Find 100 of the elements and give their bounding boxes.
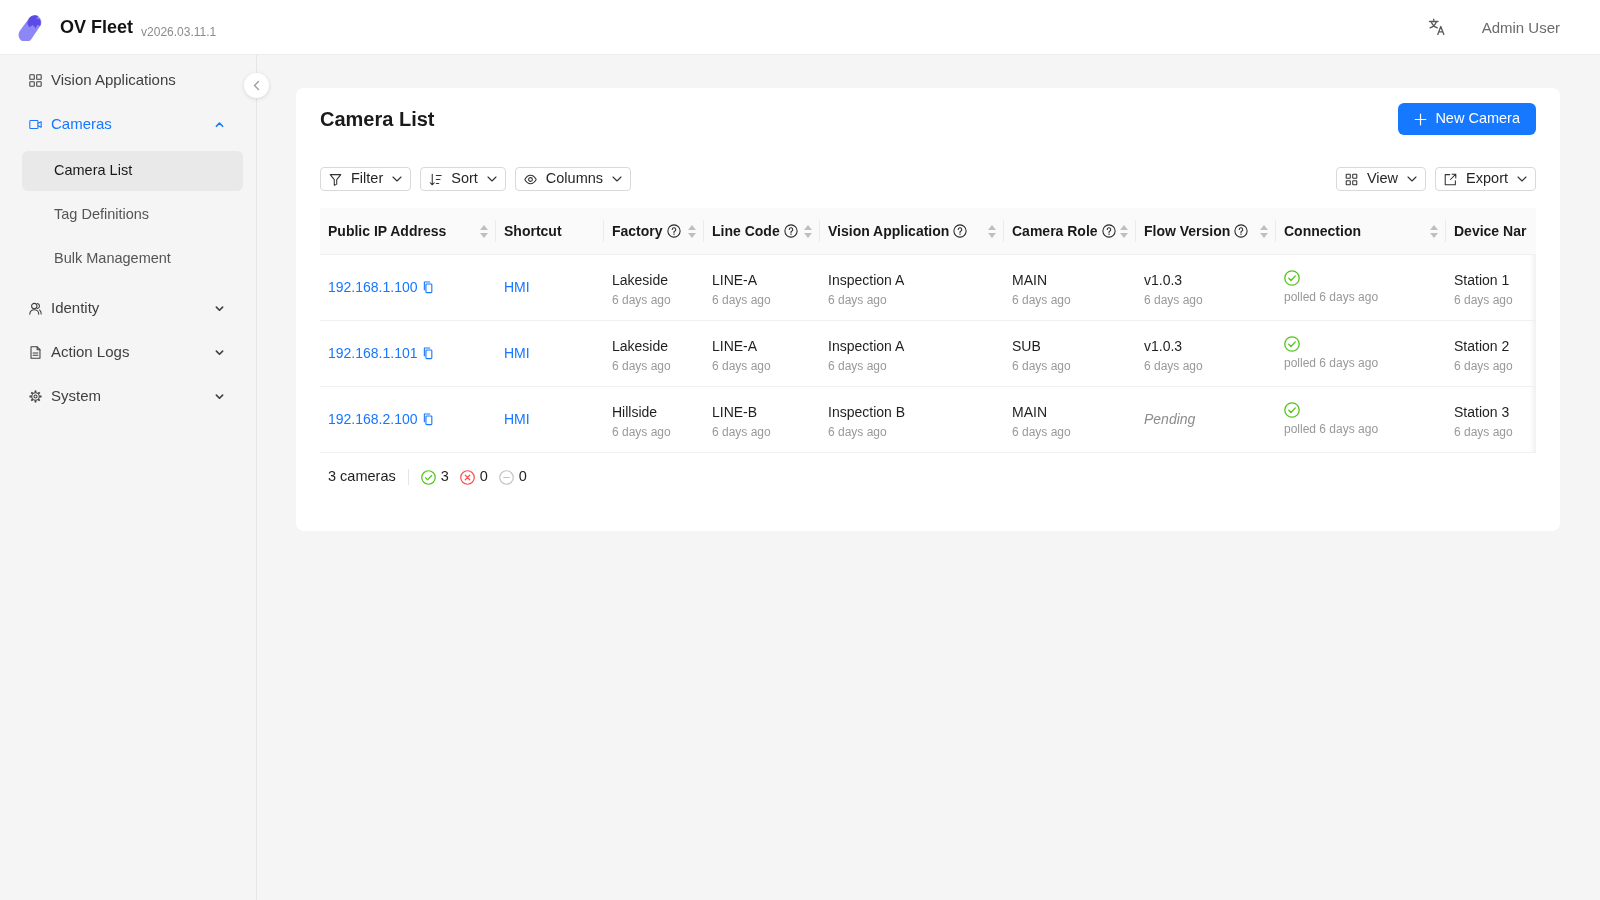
updated-time: 6 days ago <box>712 358 772 375</box>
toolbar-button[interactable]: Export <box>1435 167 1536 191</box>
chevron-left-icon <box>252 80 261 91</box>
help-icon[interactable] <box>666 224 681 238</box>
updated-time: 6 days ago <box>828 358 888 375</box>
cell-value: Inspection A <box>828 271 906 290</box>
column-header[interactable]: Public IP Address <box>328 208 495 254</box>
cell-value: Hillside <box>612 403 659 422</box>
updated-time: 6 days ago <box>1144 292 1204 309</box>
copy-icon[interactable] <box>421 413 433 426</box>
chevron-down-icon <box>486 174 497 184</box>
shortcut-link[interactable]: HMI <box>504 343 530 364</box>
updated-time: 6 days ago <box>1454 292 1514 309</box>
app-logo-icon <box>16 13 44 41</box>
chevron-down-icon <box>215 303 224 313</box>
sidebar-item[interactable]: System <box>0 374 242 418</box>
sidebar-item[interactable]: Identity <box>0 286 242 330</box>
users-icon <box>29 301 42 315</box>
gear-icon <box>29 389 42 403</box>
ip-address-link[interactable]: 192.168.1.101 <box>328 343 418 364</box>
sidebar-subitem[interactable]: Bulk Management <box>22 239 243 279</box>
cell-value: Inspection B <box>828 403 907 422</box>
ip-address-link[interactable]: 192.168.1.100 <box>328 277 418 298</box>
column-header[interactable]: Camera Role <box>1012 208 1135 254</box>
updated-time: 6 days ago <box>828 424 888 441</box>
help-icon[interactable] <box>1234 224 1249 238</box>
grid-icon <box>1344 172 1358 186</box>
help-icon[interactable] <box>783 224 798 238</box>
column-header[interactable]: Vision Application <box>828 208 1003 254</box>
ip-address-link[interactable]: 192.168.2.100 <box>328 409 418 430</box>
new-camera-button[interactable]: New Camera <box>1398 103 1536 135</box>
copy-icon[interactable] <box>421 347 433 360</box>
plus-icon <box>1414 112 1428 126</box>
chevron-down-icon <box>215 347 224 357</box>
camera-count: 3 cameras <box>328 467 396 487</box>
updated-time: 6 days ago <box>1012 292 1072 309</box>
cell-value: v1.0.3 <box>1144 271 1184 290</box>
cell-value: Station 1 <box>1454 271 1511 290</box>
shortcut-link[interactable]: HMI <box>504 409 530 430</box>
status-count: 3 <box>440 467 449 487</box>
sidebar-item[interactable]: Action Logs <box>0 330 242 374</box>
updated-time: 6 days ago <box>828 292 888 309</box>
polled-time: polled 6 days ago <box>1284 421 1380 438</box>
polled-time: polled 6 days ago <box>1284 355 1380 372</box>
updated-time: 6 days ago <box>612 358 672 375</box>
polled-time: polled 6 days ago <box>1284 289 1380 306</box>
sidebar-item[interactable]: Vision Applications <box>0 58 242 102</box>
cell-value: LINE-A <box>712 271 759 290</box>
app-name: OV Fleet <box>60 18 134 36</box>
updated-time: 6 days ago <box>1144 358 1204 375</box>
column-header[interactable]: Flow Version <box>1144 208 1275 254</box>
sidebar-subitem[interactable]: Tag Definitions <box>22 195 243 235</box>
toolbar-button[interactable]: Filter <box>320 167 412 191</box>
cell-value: LINE-A <box>712 337 759 356</box>
chevron-up-icon <box>215 119 224 129</box>
help-icon[interactable] <box>953 224 968 238</box>
column-header[interactable]: Connection <box>1284 208 1445 254</box>
updated-time: 6 days ago <box>712 424 772 441</box>
updated-time: 6 days ago <box>1454 424 1514 441</box>
sidebar-item[interactable]: Cameras <box>0 102 242 146</box>
toolbar-button[interactable]: Sort <box>420 167 506 191</box>
toolbar-button[interactable]: View <box>1335 167 1427 191</box>
cell-value: MAIN <box>1012 271 1048 290</box>
cell-value: MAIN <box>1012 403 1048 422</box>
status-count: 0 <box>479 467 488 487</box>
column-header: Shortcut <box>504 221 563 241</box>
cell-value: v1.0.3 <box>1144 337 1184 356</box>
document-icon <box>29 345 42 359</box>
copy-icon[interactable] <box>421 281 433 294</box>
help-icon[interactable] <box>1101 224 1116 238</box>
cell-value: SUB <box>1012 337 1042 356</box>
cell-value: Lakeside <box>612 271 670 290</box>
toolbar-button[interactable]: Columns <box>514 167 632 191</box>
export-icon <box>1444 172 1458 186</box>
chevron-down-icon <box>1517 174 1527 184</box>
column-header: Device Nar <box>1454 221 1528 241</box>
translate-icon[interactable] <box>1427 17 1445 35</box>
shortcut-link[interactable]: HMI <box>504 277 530 298</box>
column-header[interactable]: Factory <box>612 208 703 254</box>
user-name[interactable]: Admin User <box>1481 17 1560 40</box>
cell-value: Station 2 <box>1454 337 1511 356</box>
updated-time: 6 days ago <box>612 424 672 441</box>
updated-time: 6 days ago <box>1454 358 1514 375</box>
updated-time: 6 days ago <box>712 292 772 309</box>
updated-time: 6 days ago <box>1012 358 1072 375</box>
cell-value: LINE-B <box>712 403 759 422</box>
chevron-down-icon <box>612 174 623 184</box>
video-camera-icon <box>29 117 42 131</box>
pending-status: Pending <box>1144 410 1196 429</box>
filter-icon <box>329 172 342 186</box>
column-header[interactable]: Line Code <box>712 208 819 254</box>
version-label: v2026.03.11.1 <box>141 26 217 38</box>
chevron-down-icon <box>392 174 403 184</box>
sidebar-subitem[interactable]: Camera List <box>22 151 243 191</box>
sort-icon <box>429 172 443 186</box>
eye-icon <box>523 172 537 186</box>
updated-time: 6 days ago <box>1012 424 1072 441</box>
cell-value: Inspection A <box>828 337 906 356</box>
chevron-down-icon <box>1407 174 1418 184</box>
grid-icon <box>29 73 42 87</box>
